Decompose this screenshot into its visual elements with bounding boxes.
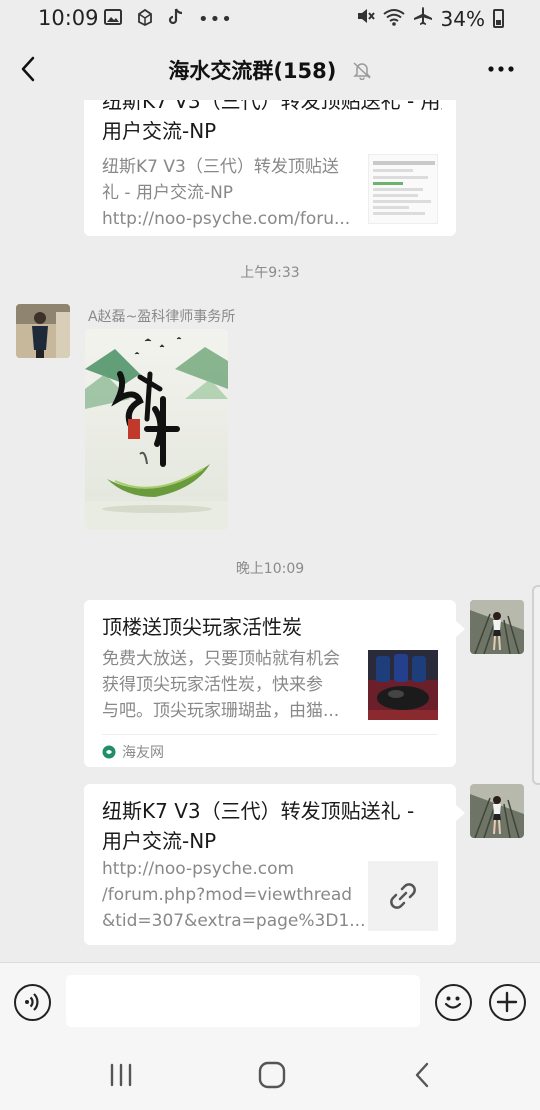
time-divider: 上午9:33	[240, 265, 300, 281]
link-card-desc-line: 获得顶尖玩家活性炭，快来参	[102, 675, 323, 695]
bubble-tail	[456, 805, 465, 821]
message-input-bar	[0, 962, 540, 1040]
chat-title: 海水交流群(158)	[0, 55, 540, 85]
package-icon	[136, 8, 154, 31]
edge-panel-handle[interactable]	[532, 585, 540, 785]
link-card-title-line2: 用户交流-NP	[102, 119, 217, 143]
emoji-button[interactable]	[435, 984, 472, 1021]
link-card-desc: http://noo-psyche.com /forum.php?mod=vie…	[102, 856, 370, 934]
avatar-self[interactable]	[470, 784, 524, 838]
link-card-desc-line: 与吧。顶尖玩家珊瑚盐，由猫...	[102, 701, 340, 721]
link-card-desc-line: 纽斯K7 V3（三代）转发顶贴送	[102, 157, 339, 177]
avatar-self[interactable]	[470, 600, 524, 654]
link-card-title-line: 用户交流-NP	[102, 829, 217, 853]
voice-icon	[25, 993, 39, 1011]
plus-icon	[496, 991, 518, 1013]
battery-icon	[493, 9, 504, 28]
link-source-name: 海友网	[122, 745, 164, 761]
link-card-partial[interactable]: 纽斯K7 V3（三代）转发顶贴送礼 - 用户交流-NP 用户交流-NP 纽斯K7…	[84, 100, 456, 236]
link-card-title: 顶楼送顶尖玩家活性炭	[102, 615, 302, 639]
emoji-icon	[444, 996, 462, 1009]
more-dots-icon	[488, 66, 514, 72]
source-logo-icon	[102, 745, 116, 759]
link-card-desc: 免费大放送，只要顶帖就有机会 获得顶尖玩家活性炭，快来参 与吧。顶尖玩家珊瑚盐，…	[102, 646, 362, 724]
tiktok-icon	[168, 8, 184, 31]
gallery-icon	[104, 8, 122, 31]
voice-button[interactable]	[14, 984, 51, 1021]
link-card-desc-line: &tid=307&extra=page%3D1...	[102, 911, 366, 931]
link-thumbnail	[368, 650, 438, 720]
link-card-title-line: 纽斯K7 V3（三代）转发顶贴送礼 -	[102, 799, 415, 823]
link-card[interactable]: 顶楼送顶尖玩家活性炭 免费大放送，只要顶帖就有机会 获得顶尖玩家活性炭，快来参 …	[84, 600, 456, 767]
more-actions-button[interactable]	[489, 984, 526, 1021]
link-thumbnail	[368, 861, 438, 931]
chat-messages[interactable]: 纽斯K7 V3（三代）转发顶贴送礼 - 用户交流-NP 用户交流-NP 纽斯K7…	[0, 100, 540, 962]
recents-icon	[110, 1063, 132, 1087]
sender-name: A赵磊~盈科律师事务所	[88, 309, 236, 325]
airplane-icon	[413, 6, 433, 31]
link-card-desc-line: 礼 - 用户交流-NP	[102, 183, 234, 203]
recents-button[interactable]	[104, 1060, 138, 1090]
bubble-tail	[456, 621, 465, 637]
back-icon	[415, 1062, 429, 1088]
mute-icon	[355, 6, 375, 31]
chat-title-text: 海水交流群(158)	[168, 59, 337, 83]
link-card-desc-line: http://noo-psyche.com	[102, 859, 295, 879]
more-button[interactable]	[484, 54, 518, 84]
link-card-desc-line: 免费大放送，只要顶帖就有机会	[102, 649, 340, 669]
link-card-desc: 纽斯K7 V3（三代）转发顶贴送 礼 - 用户交流-NP http://noo-…	[102, 154, 362, 232]
chat-header: 海水交流群(158)	[0, 38, 540, 100]
link-source: 海友网	[102, 742, 164, 762]
link-card[interactable]: 纽斯K7 V3（三代）转发顶贴送礼 - 用户交流-NP http://noo-p…	[84, 784, 456, 945]
link-thumbnail	[368, 154, 438, 224]
status-time: 10:09	[38, 6, 99, 30]
home-icon	[258, 1061, 286, 1089]
message-input[interactable]	[66, 975, 420, 1027]
avatar[interactable]	[16, 304, 70, 358]
wifi-icon	[382, 7, 405, 31]
time-divider: 晚上10:09	[235, 561, 305, 577]
system-navigation-bar	[0, 1040, 540, 1110]
link-card-desc-line: http://noo-psyche.com/foru...	[102, 209, 351, 229]
home-button[interactable]	[256, 1060, 288, 1090]
divider	[102, 734, 438, 735]
status-bar: 10:09 ••• 34%	[0, 0, 540, 38]
battery-percent: 34%	[440, 6, 485, 31]
dragon-boat-festival-image	[85, 329, 228, 530]
more-dots-icon: •••	[198, 9, 233, 30]
link-card-title: 纽斯K7 V3（三代）转发顶贴送礼 - 用户交流-NP	[102, 100, 442, 113]
link-icon	[390, 883, 416, 909]
image-message[interactable]	[85, 329, 228, 530]
bell-off-icon	[352, 60, 372, 85]
back-nav-button[interactable]	[408, 1060, 438, 1090]
link-card-title: 纽斯K7 V3（三代）转发顶贴送礼 - 用户交流-NP	[102, 796, 452, 856]
link-card-desc-line: /forum.php?mod=viewthread	[102, 885, 353, 905]
